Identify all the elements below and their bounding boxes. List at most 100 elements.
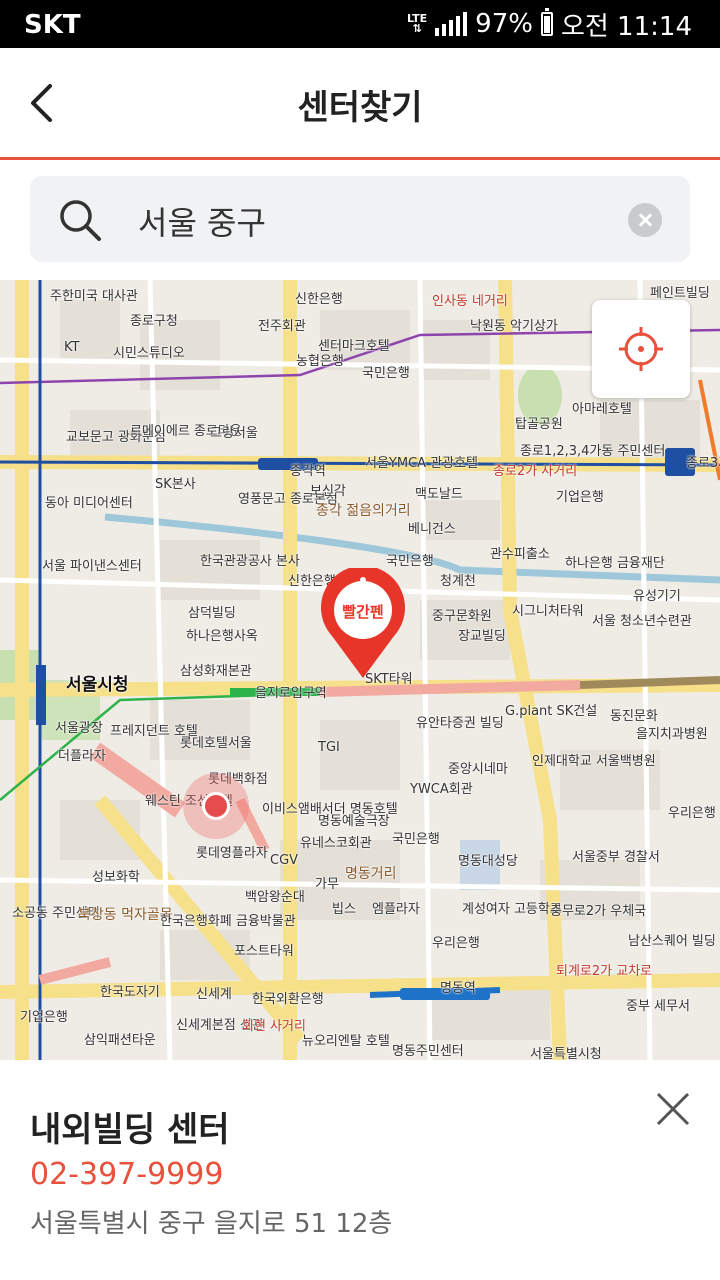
map-label: 백암왕순대: [245, 890, 305, 905]
map-label: 포스트타워: [234, 944, 294, 959]
status-bar: SKT LTE ⇅ 97% 오전 11:14: [0, 0, 720, 48]
map-label: 베니건스: [408, 522, 456, 537]
page-title: 센터찾기: [297, 88, 423, 128]
map-label: 그랑서울: [210, 426, 258, 441]
map-label: 더플라자: [58, 749, 106, 764]
clock: 오전 11:14: [560, 11, 692, 42]
center-info-card: 내외빌딩 센터 02-397-9999 서울특별시 중구 을지로 51 12층: [0, 1060, 720, 1280]
map-label: 농협은행: [296, 354, 344, 369]
lte-icon: LTE ⇅: [406, 12, 428, 35]
map-label: 서울중부 경찰서: [572, 850, 660, 865]
map-label: 엠플라자: [372, 902, 420, 917]
map-label: 충무로2가 우체국: [550, 904, 647, 919]
map-label: 국민은행: [386, 554, 434, 569]
map-label: 주한미국 대사관: [50, 289, 138, 304]
map-label: 북창동 먹자골목: [78, 907, 173, 923]
map-label: 기업은행: [20, 1010, 68, 1025]
map-label: 한국은행화폐 금융박물관: [160, 914, 296, 929]
signal-icon: [435, 12, 468, 36]
map-label: 국민은행: [392, 832, 440, 847]
map-label: 아마레호텔: [572, 402, 632, 417]
map-view[interactable]: 주한미국 대사관 종로구청 신한은행 전주회관 센터마크호텔 KT 시민스튜디오…: [0, 280, 720, 1060]
map-label: 유안타증권 빌딩: [416, 716, 504, 731]
map-label: 롯데영플라자: [196, 846, 268, 861]
map-label: 서울특별시청: [530, 1047, 602, 1060]
map-label: 동아 미디어센터: [45, 496, 133, 511]
map-label: 시그니처타워: [512, 604, 584, 619]
map-label: 명동거리: [345, 866, 397, 882]
map-label: G.plant SK건설: [505, 704, 598, 719]
map-label: 종로2가 사거리: [493, 464, 578, 479]
map-label: 삼덕빌딩: [188, 606, 236, 621]
map-label: 서울YMCA 관광호텔: [365, 456, 479, 471]
current-location-marker: [183, 773, 249, 839]
search-box[interactable]: 서울 중구: [30, 176, 690, 262]
map-label: 남산스퀘어 빌딩: [628, 934, 716, 949]
map-label: 보신각: [310, 484, 346, 499]
close-icon: [656, 1092, 690, 1126]
map-label: 우리은행: [432, 936, 480, 951]
map-label: 동진문화: [610, 709, 658, 724]
map-label: 빕스: [332, 902, 356, 917]
battery-icon: [540, 8, 553, 36]
map-label: 한국관광공사 본사: [200, 554, 300, 569]
map-label: 우리은행: [668, 806, 716, 821]
map-label: 회현 사거리: [242, 1019, 306, 1034]
map-label: 명동대성당: [458, 854, 518, 869]
my-location-button[interactable]: [592, 300, 690, 398]
map-label: 하나은행 금융재단: [565, 556, 665, 571]
map-label: 시민스튜디오: [113, 346, 185, 361]
map-label: 서울 파이낸스센터: [42, 559, 142, 574]
header-divider: [0, 157, 720, 160]
map-label: 신세계: [196, 987, 232, 1002]
map-label: 인사동 네거리: [432, 294, 508, 309]
map-label: 인제대학교 서울백병원: [532, 754, 656, 769]
status-right: LTE ⇅ 97% 오전 11:14: [407, 6, 692, 42]
map-label: TGI: [318, 740, 340, 755]
map-label: 중부 세무서: [626, 999, 690, 1014]
carrier-label: SKT: [24, 10, 81, 40]
clear-icon[interactable]: [628, 203, 662, 237]
map-label: 페인트빌딩: [650, 286, 710, 301]
map-label: 유성기기: [633, 589, 681, 604]
map-label: 삼익패션타운: [84, 1033, 156, 1048]
map-label: 퇴계로2가 교차로: [556, 964, 653, 979]
map-label: CGV: [270, 853, 299, 868]
map-label: 종각역: [290, 464, 326, 479]
map-label: 가무: [315, 877, 339, 892]
map-label: 롯데호텔서울: [180, 736, 252, 751]
map-label: 성보화학: [92, 870, 140, 885]
pin-icon: [321, 568, 405, 678]
map-label: 탑골공원: [515, 417, 563, 432]
map-label: YWCA회관: [410, 782, 473, 797]
map-label: 삼성화재본관: [180, 664, 252, 679]
center-phone-link[interactable]: 02-397-9999: [30, 1157, 223, 1192]
map-label: 종로구청: [130, 314, 178, 329]
map-label: 종로1,2,3,4가동 주민센터: [520, 444, 666, 459]
battery-percent: 97%: [475, 9, 533, 39]
map-label: 국민은행: [362, 366, 410, 381]
close-card-button[interactable]: [650, 1086, 696, 1132]
brand-logo-text: 빨간펜: [342, 603, 384, 621]
map-label: 명동역: [440, 981, 476, 996]
map-label: 뉴오리엔탈 호텔: [302, 1034, 390, 1049]
map-label: 명동주민센터: [392, 1044, 464, 1059]
my-location-icon: [619, 327, 663, 371]
map-label: 종로3가역: [686, 456, 720, 471]
map-label: 중구문화원: [432, 609, 492, 624]
map-label: SK본사: [155, 477, 196, 492]
center-name: 내외빌딩 센터: [30, 1110, 230, 1150]
map-label: 낙원동 악기상가: [470, 319, 558, 334]
map-label: 한국도자기: [100, 985, 160, 1000]
search-input[interactable]: 서울 중구: [138, 198, 266, 244]
map-label: 청계천: [440, 574, 476, 589]
map-label: 계성여자 고등학교: [462, 902, 562, 917]
map-label: 신한은행: [295, 292, 343, 307]
map-label: 전주회관: [258, 319, 306, 334]
map-label: 을지로입구역: [255, 686, 327, 701]
map-label: 장교빌딩: [458, 629, 506, 644]
center-map-pin[interactable]: 빨간펜: [318, 568, 408, 680]
map-label: 유네스코회관: [300, 836, 372, 851]
map-label: 기업은행: [556, 490, 604, 505]
map-label: 명동예술극장: [318, 814, 390, 829]
